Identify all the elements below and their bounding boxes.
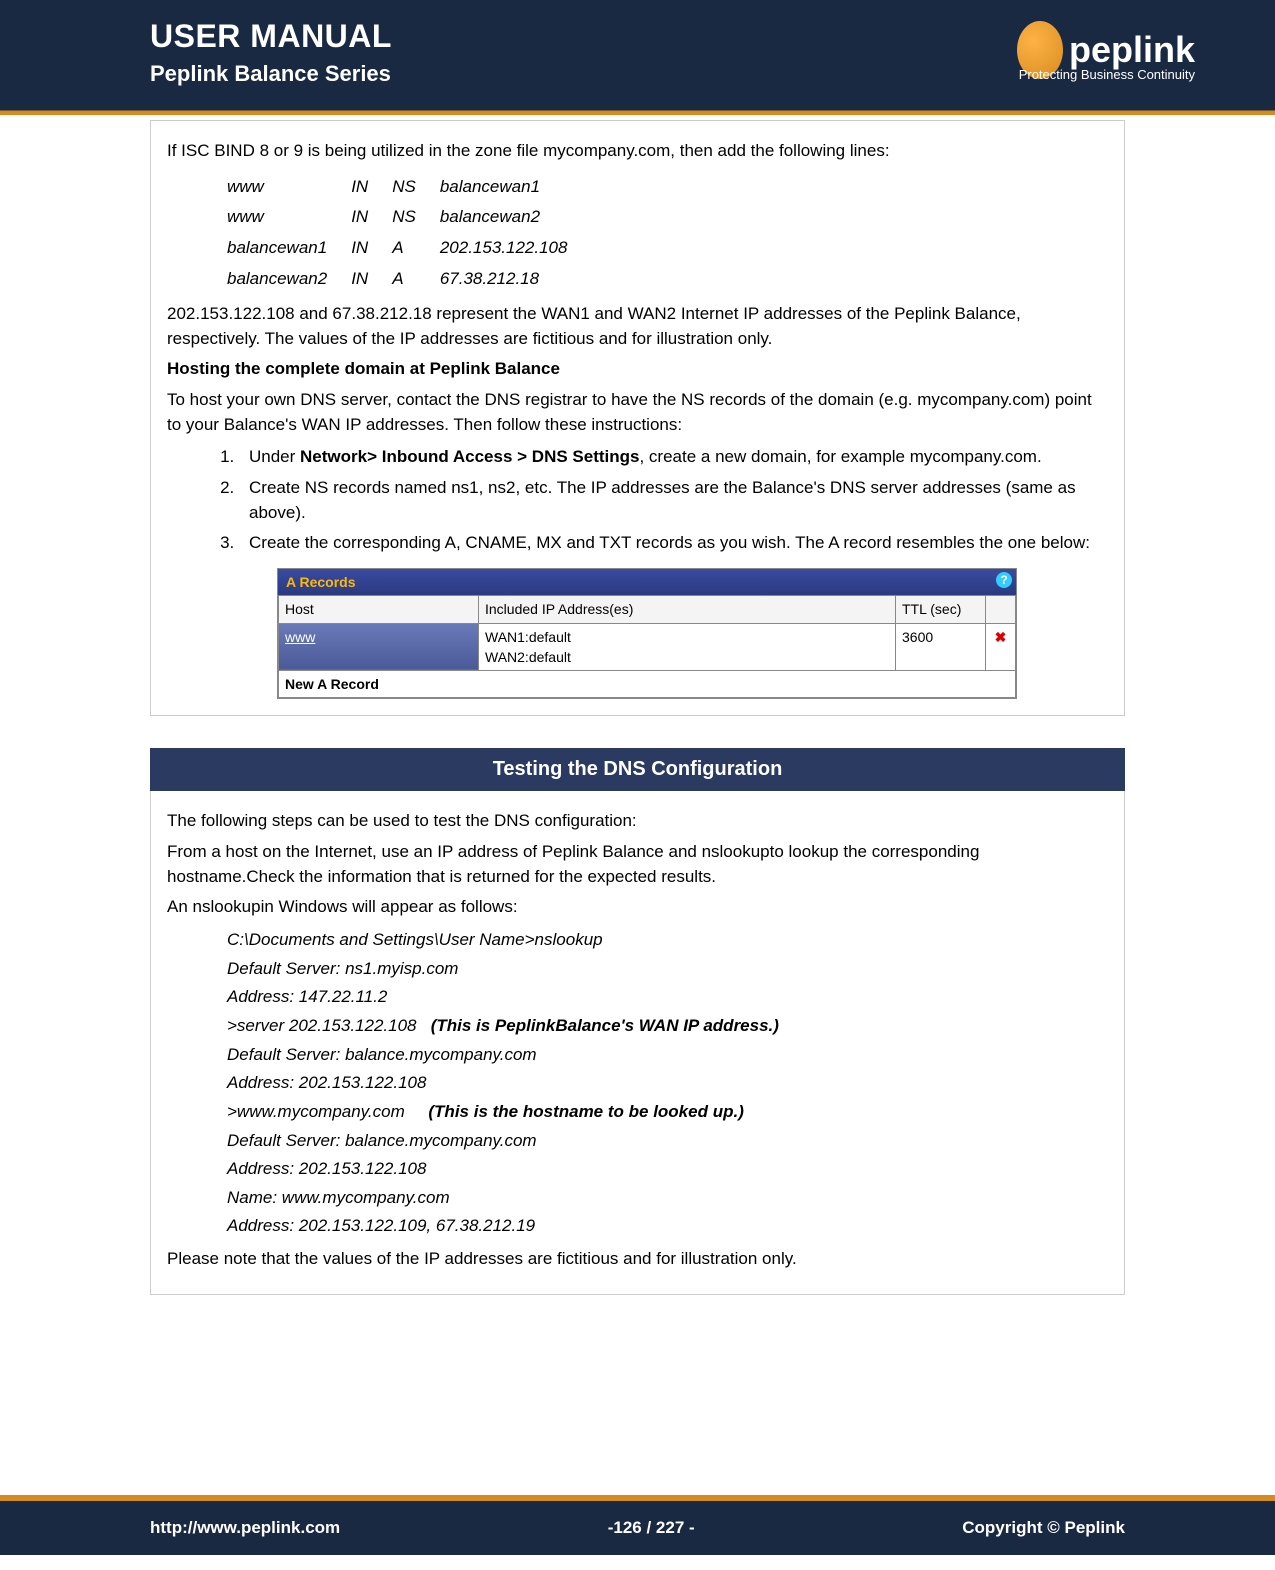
a-records-table: Host Included IP Address(es) TTL (sec) w… (278, 595, 1016, 698)
bind-in: IN (351, 233, 392, 264)
bind-host: balancewan1 (227, 233, 351, 264)
footer-copyright: Copyright © Peplink (962, 1518, 1125, 1538)
col-actions (986, 596, 1016, 623)
a-records-title: A Records (286, 574, 356, 590)
ns-line: Default Server: ns1.myisp.com (227, 957, 1108, 982)
page-footer: http://www.peplink.com -126 / 227 - Copy… (0, 1495, 1275, 1555)
delete-icon[interactable]: ✖ (986, 623, 1016, 671)
ns-line: Address: 202.153.122.108 (227, 1157, 1108, 1182)
bind-val: balancewan2 (440, 202, 592, 233)
footer-url: http://www.peplink.com (150, 1518, 340, 1538)
content-box-bind: If ISC BIND 8 or 9 is being utilized in … (150, 120, 1125, 716)
bind-type: NS (392, 202, 440, 233)
bind-host: www (227, 202, 351, 233)
step-2: Create NS records named ns1, ns2, etc. T… (239, 476, 1108, 525)
step-1-bold: Network> Inbound Access > DNS Settings (300, 447, 639, 466)
logo-tagline: Protecting Business Continuity (1019, 67, 1195, 82)
a-record-ttl: 3600 (896, 623, 986, 671)
table-row: balancewan2 IN A 67.38.212.18 (227, 264, 591, 295)
table-row: www IN NS balancewan2 (227, 202, 591, 233)
ns-cmd: >www.mycompany.com (227, 1102, 405, 1121)
page-header: USER MANUAL Peplink Balance Series pepli… (0, 0, 1275, 120)
bind-host: balancewan2 (227, 264, 351, 295)
bind-val: balancewan1 (440, 172, 592, 203)
bind-val: 202.153.122.108 (440, 233, 592, 264)
content-box-testing: The following steps can be used to test … (150, 791, 1125, 1294)
testing-p2: From a host on the Internet, use an IP a… (167, 840, 1108, 889)
a-records-title-bar: A Records ? (278, 569, 1016, 595)
ns-line: Address: 202.153.122.109, 67.38.212.19 (227, 1214, 1108, 1239)
testing-p3: An nslookupin Windows will appear as fol… (167, 895, 1108, 920)
bind-host: www (227, 172, 351, 203)
brand-logo: peplink Protecting Business Continuity (1017, 0, 1195, 100)
footer-page-number: -126 / 227 - (608, 1518, 695, 1538)
ns-line: Address: 202.153.122.108 (227, 1071, 1108, 1096)
bind-in: IN (351, 172, 392, 203)
ns-line: Default Server: balance.mycompany.com (227, 1043, 1108, 1068)
table-row: www WAN1:default WAN2:default 3600 ✖ (279, 623, 1016, 671)
ns-cmd: >server 202.153.122.108 (227, 1016, 417, 1035)
bind-after: 202.153.122.108 and 67.38.212.18 represe… (167, 302, 1108, 351)
bind-type: NS (392, 172, 440, 203)
bind-zone-table: www IN NS balancewan1 www IN NS balancew… (227, 172, 591, 295)
ns-line: Address: 147.22.11.2 (227, 985, 1108, 1010)
bind-intro: If ISC BIND 8 or 9 is being utilized in … (167, 139, 1108, 164)
testing-p1: The following steps can be used to test … (167, 809, 1108, 834)
col-ip: Included IP Address(es) (479, 596, 896, 623)
a-record-ip: WAN1:default WAN2:default (479, 623, 896, 671)
a-records-widget: A Records ? Host Included IP Address(es)… (277, 568, 1017, 699)
step-1-pre: Under (249, 447, 300, 466)
table-row: www IN NS balancewan1 (227, 172, 591, 203)
col-host: Host (279, 596, 479, 623)
table-header-row: Host Included IP Address(es) TTL (sec) (279, 596, 1016, 623)
step-3: Create the corresponding A, CNAME, MX an… (239, 531, 1108, 556)
nslookup-output: C:\Documents and Settings\User Name>nslo… (227, 928, 1108, 1239)
testing-p4: Please note that the values of the IP ad… (167, 1247, 1108, 1272)
bind-type: A (392, 233, 440, 264)
step-1-post: , create a new domain, for example mycom… (639, 447, 1041, 466)
table-footer-row: New A Record (279, 671, 1016, 698)
ns-annotation: (This is PeplinkBalance's WAN IP address… (431, 1016, 779, 1035)
bind-in: IN (351, 202, 392, 233)
logo-text: peplink (1069, 29, 1195, 71)
table-row: balancewan1 IN A 202.153.122.108 (227, 233, 591, 264)
ns-line: Default Server: balance.mycompany.com (227, 1129, 1108, 1154)
bind-in: IN (351, 264, 392, 295)
ns-line: C:\Documents and Settings\User Name>nslo… (227, 928, 1108, 953)
ns-annotation: (This is the hostname to be looked up.) (428, 1102, 743, 1121)
section-banner-testing: Testing the DNS Configuration (150, 748, 1125, 791)
bind-val: 67.38.212.18 (440, 264, 592, 295)
hosting-subheading: Hosting the complete domain at Peplink B… (167, 357, 1108, 382)
a-record-host-link[interactable]: www (279, 623, 479, 671)
hosting-steps: Under Network> Inbound Access > DNS Sett… (215, 445, 1108, 556)
step-1: Under Network> Inbound Access > DNS Sett… (239, 445, 1108, 470)
ns-line: >server 202.153.122.108 (This is Peplink… (227, 1014, 1108, 1039)
help-icon[interactable]: ? (996, 572, 1012, 588)
bind-type: A (392, 264, 440, 295)
new-a-record-button[interactable]: New A Record (279, 671, 1016, 698)
ns-line: Name: www.mycompany.com (227, 1186, 1108, 1211)
ns-line: >www.mycompany.com (This is the hostname… (227, 1100, 1108, 1125)
col-ttl: TTL (sec) (896, 596, 986, 623)
hosting-intro: To host your own DNS server, contact the… (167, 388, 1108, 437)
